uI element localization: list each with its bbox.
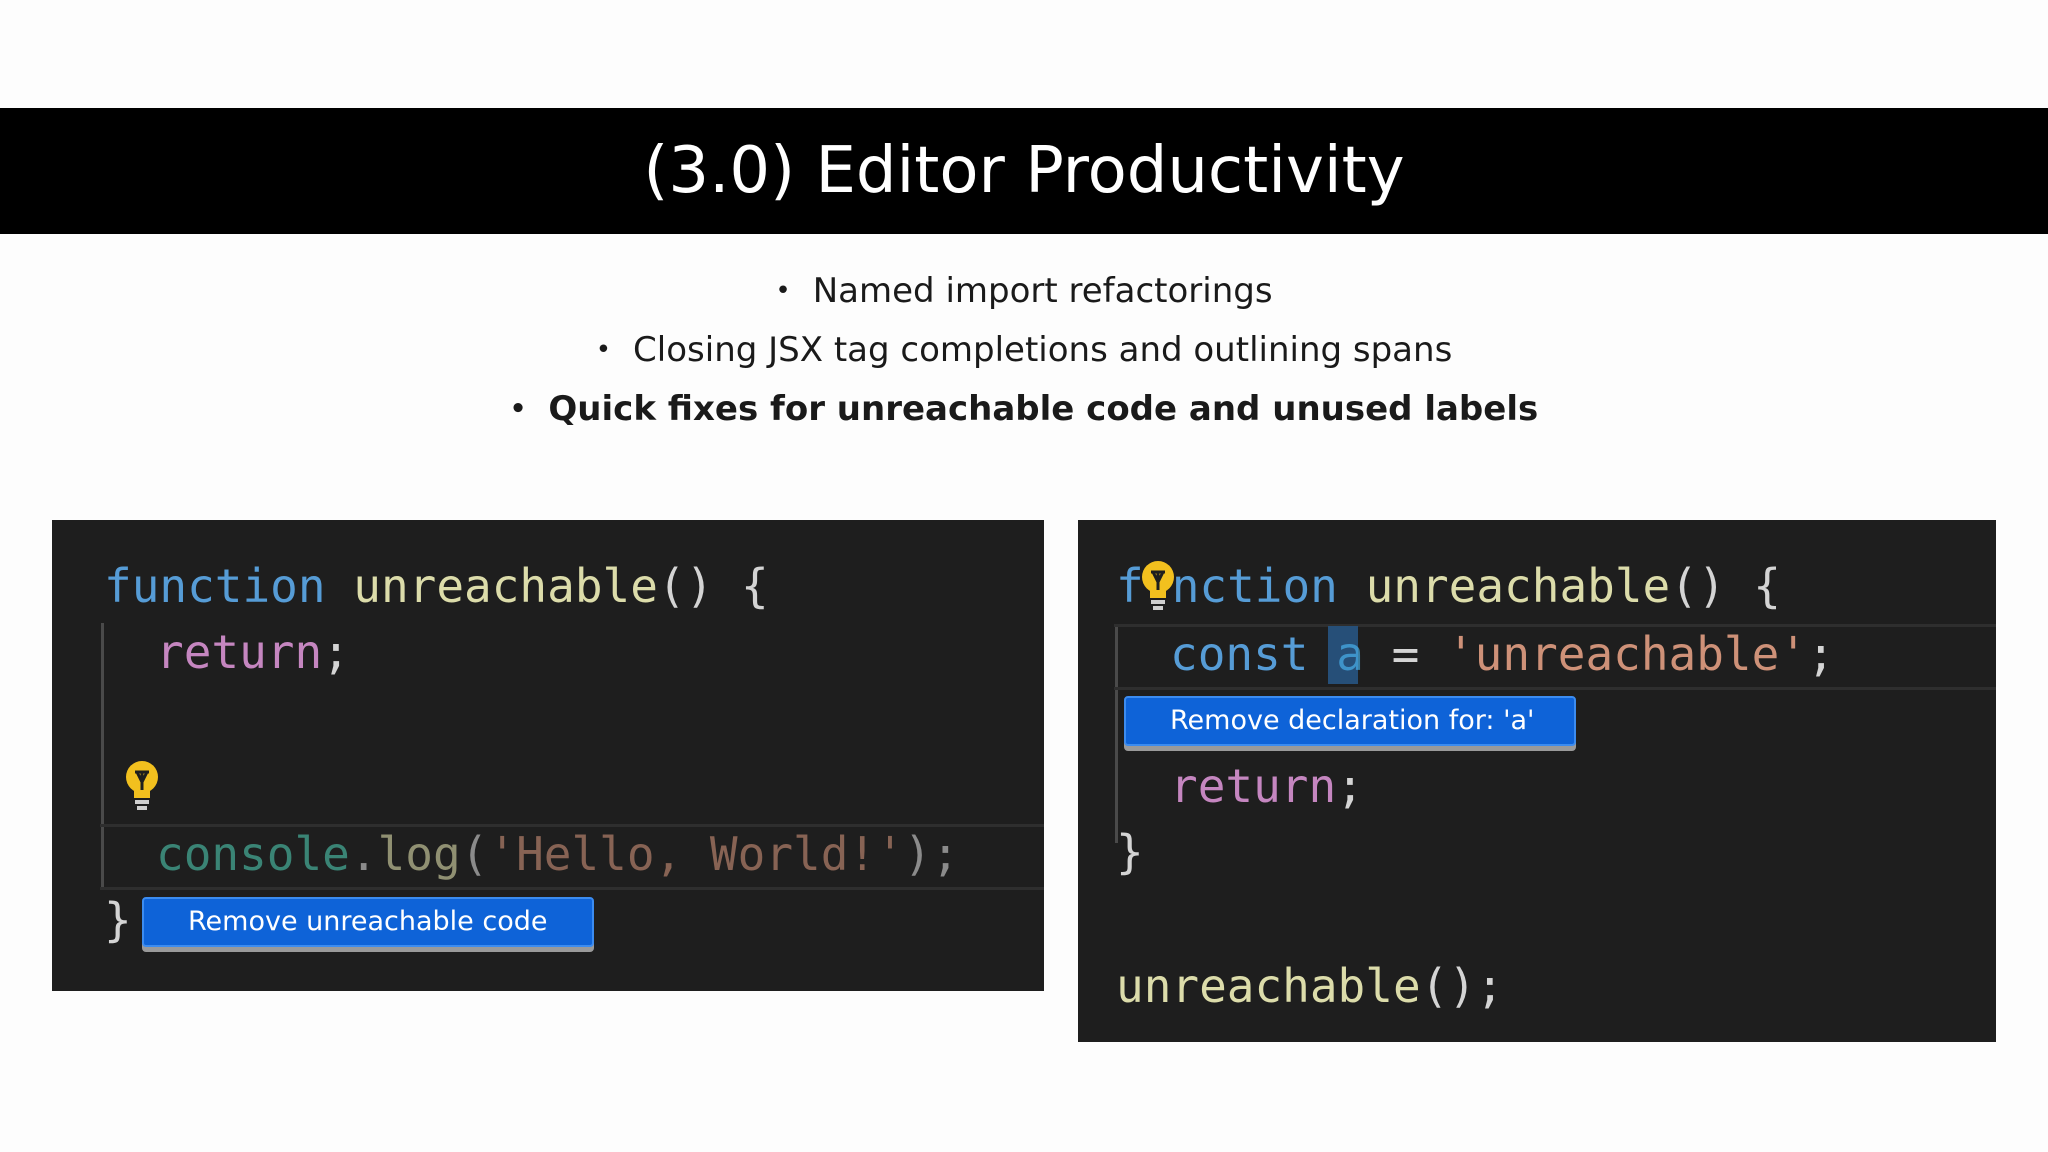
variable-token: a bbox=[1336, 627, 1364, 681]
code-line-4: } bbox=[104, 890, 132, 950]
semicolon-token: ; bbox=[1336, 759, 1364, 813]
bullet-item-active: • Quick fixes for unreachable code and un… bbox=[0, 380, 2048, 439]
return-keyword-token: return bbox=[156, 625, 323, 679]
const-keyword-token: const bbox=[1170, 627, 1309, 681]
dot-token: . bbox=[349, 827, 378, 881]
code-line-5: unreachable(); bbox=[1116, 956, 1504, 1016]
object-token: console bbox=[156, 827, 350, 881]
keyword-token: function bbox=[104, 559, 326, 613]
punctuation-token: () { bbox=[1670, 559, 1781, 613]
bullet-text: Quick fixes for unreachable code and unu… bbox=[548, 389, 1539, 429]
paren-close-token: ); bbox=[903, 827, 960, 881]
return-keyword-token: return bbox=[1170, 759, 1337, 813]
call-parens-token: (); bbox=[1420, 959, 1504, 1013]
code-editor-right[interactable]: f nction unreachable() { const a = 'unrea… bbox=[1078, 520, 1996, 1042]
lightbulb-icon[interactable] bbox=[1140, 560, 1176, 614]
bullet-item: • Closing JSX tag completions and outlini… bbox=[0, 321, 2048, 380]
brace-token: } bbox=[1116, 825, 1144, 879]
bullet-text: Named import refactorings bbox=[812, 271, 1273, 311]
keyword-token-end: nction bbox=[1171, 559, 1338, 613]
slide-title: (3.0) Editor Productivity bbox=[643, 134, 1405, 208]
bullet-dot: • bbox=[775, 276, 791, 306]
quickfix-remove-declaration-button[interactable]: Remove declaration for: 'a' bbox=[1124, 696, 1576, 746]
bullet-item: • Named import refactorings bbox=[0, 262, 2048, 321]
code-line-3: return; bbox=[1170, 756, 1364, 816]
semicolon-token: ; bbox=[322, 625, 350, 679]
code-line-4: } bbox=[1116, 822, 1144, 882]
lightbulb-icon[interactable] bbox=[124, 760, 160, 814]
bullet-text: Closing JSX tag completions and outlinin… bbox=[633, 330, 1453, 370]
code-line-3-unreachable: console.log('Hello, World!'); bbox=[156, 824, 959, 884]
slide: (3.0) Editor Productivity • Named import … bbox=[0, 0, 2048, 1152]
string-token: 'Hello, World!' bbox=[488, 827, 904, 881]
code-line-2: const a = 'unreachable'; bbox=[1170, 624, 1835, 684]
code-editor-left[interactable]: function unreachable() { return; console… bbox=[52, 520, 1044, 991]
string-token: 'unreachable' bbox=[1446, 627, 1808, 681]
equals-token: = bbox=[1363, 627, 1447, 681]
function-name-token: unreachable bbox=[1365, 559, 1671, 613]
bullet-list: • Named import refactorings • Closing JSX … bbox=[0, 262, 2048, 439]
paren-open-token: ( bbox=[460, 827, 489, 881]
function-call-token: unreachable bbox=[1116, 959, 1421, 1013]
title-bar: (3.0) Editor Productivity bbox=[0, 108, 2048, 234]
punctuation-token: () { bbox=[657, 559, 769, 613]
method-token: log bbox=[377, 827, 461, 881]
function-name-token: unreachable bbox=[353, 559, 658, 613]
bullet-dot: • bbox=[595, 335, 612, 365]
bullet-dot: • bbox=[509, 394, 527, 424]
brace-token: } bbox=[104, 893, 132, 947]
semicolon-token: ; bbox=[1807, 627, 1835, 681]
code-line-2: return; bbox=[156, 622, 350, 682]
code-line-1: function unreachable() { bbox=[104, 556, 769, 616]
quickfix-remove-unreachable-button[interactable]: Remove unreachable code bbox=[142, 897, 594, 947]
code-line-1: f nction unreachable() { bbox=[1116, 556, 1781, 616]
